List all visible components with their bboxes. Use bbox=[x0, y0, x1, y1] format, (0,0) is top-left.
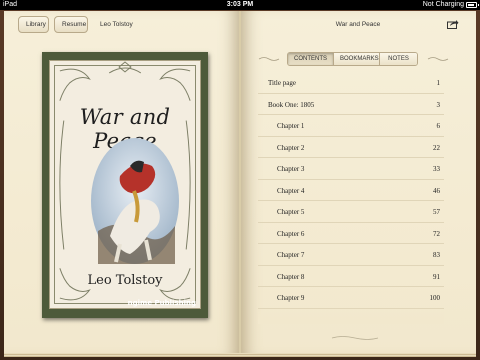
tab-bookmarks[interactable]: BOOKMARKS bbox=[333, 53, 379, 65]
battery-level bbox=[468, 4, 474, 6]
toc-label: Chapter 9 bbox=[277, 294, 305, 302]
cover-inner: War and Peace Leo Tolstoy ngime Publishi… bbox=[49, 60, 201, 309]
toc-label: Chapter 4 bbox=[277, 186, 305, 195]
cover-author: Leo Tolstoy bbox=[87, 273, 163, 288]
toc-row[interactable]: Chapter 3 33 bbox=[258, 158, 444, 180]
page-edges bbox=[4, 353, 476, 357]
toc-label: Title page bbox=[268, 79, 296, 87]
toc-row[interactable]: Chapter 6 72 bbox=[258, 223, 444, 244]
toc-label: Chapter 8 bbox=[277, 272, 305, 281]
toc-row[interactable]: Chapter 8 91 bbox=[258, 266, 444, 287]
flourish-bottom-icon bbox=[331, 336, 379, 340]
toc-label: Book One: 1805 bbox=[268, 100, 315, 109]
toc-row[interactable]: Chapter 1 6 bbox=[258, 115, 444, 137]
toc-page-number: 6 bbox=[436, 122, 441, 130]
cover-painting bbox=[91, 138, 179, 264]
toc-label: Chapter 1 bbox=[277, 122, 305, 130]
toc-page-number: 57 bbox=[433, 208, 440, 216]
toc-fade bbox=[258, 308, 444, 324]
toc-row[interactable]: Title page 1 bbox=[258, 72, 444, 94]
toc-page-number: 1 bbox=[436, 79, 441, 87]
toc-label: Chapter 7 bbox=[277, 251, 305, 259]
toc-page-number: 83 bbox=[433, 251, 440, 259]
toc-page-number: 91 bbox=[433, 272, 440, 281]
library-button[interactable]: Library bbox=[18, 16, 49, 33]
share-icon[interactable] bbox=[447, 19, 459, 29]
battery-icon bbox=[466, 2, 479, 8]
book-cover[interactable]: War and Peace Leo Tolstoy ngime Publishi… bbox=[42, 52, 208, 318]
toc-label: Chapter 6 bbox=[277, 229, 305, 238]
toc-label: Chapter 3 bbox=[277, 165, 305, 173]
status-bar: iPad 3:03 PM Not Charging bbox=[0, 0, 480, 10]
toc-row[interactable]: Chapter 4 46 bbox=[258, 180, 444, 201]
flourish-right-icon bbox=[427, 57, 449, 61]
cover-publisher: ngime Publishing bbox=[127, 299, 196, 307]
toc-row[interactable]: Chapter 2 22 bbox=[258, 137, 444, 158]
toc-page-number: 22 bbox=[433, 143, 440, 152]
book-author: Leo Tolstoy bbox=[100, 21, 133, 28]
toc-page-number: 72 bbox=[433, 229, 440, 238]
resume-button[interactable]: Resume bbox=[54, 16, 88, 33]
book-title: War and Peace bbox=[335, 21, 381, 28]
toc-page-number: 100 bbox=[429, 294, 441, 302]
toc-page-number: 46 bbox=[433, 186, 440, 195]
flourish-left-icon bbox=[258, 57, 280, 61]
charging-status: Not Charging bbox=[422, 1, 464, 8]
tab-contents[interactable]: CONTENTS bbox=[288, 53, 333, 65]
tab-notes[interactable]: NOTES bbox=[379, 53, 417, 65]
toc-row[interactable]: Chapter 9 100 bbox=[258, 287, 444, 309]
status-time: 3:03 PM bbox=[226, 1, 254, 8]
toc-tabs: CONTENTS BOOKMARKS NOTES bbox=[287, 52, 418, 66]
toc-row[interactable]: Chapter 7 83 bbox=[258, 244, 444, 266]
toc-row[interactable]: Chapter 5 57 bbox=[258, 201, 444, 223]
toc-page-number: 33 bbox=[433, 165, 440, 173]
table-of-contents: Title page 1 Book One: 1805 3 Chapter 1 6 Chap… bbox=[258, 72, 444, 309]
toc-row[interactable]: Book One: 1805 3 bbox=[258, 94, 444, 115]
toc-page-number: 3 bbox=[436, 100, 441, 109]
toc-label: Chapter 5 bbox=[277, 208, 305, 216]
toc-label: Chapter 2 bbox=[277, 143, 305, 152]
